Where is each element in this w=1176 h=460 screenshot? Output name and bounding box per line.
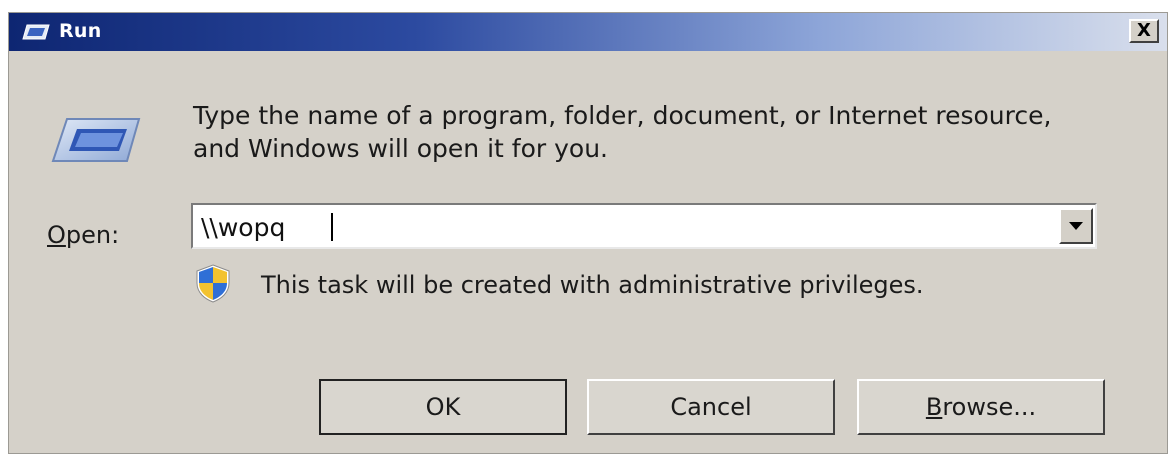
open-label: Open: — [47, 221, 119, 249]
browse-mnemonic: B — [925, 393, 943, 421]
ok-button[interactable]: OK — [319, 379, 567, 435]
open-label-mnemonic: O — [47, 221, 66, 249]
window-title: Run — [59, 20, 102, 42]
admin-privileges-notice: This task will be created with administr… — [261, 271, 924, 299]
text-caret — [331, 213, 333, 241]
title-bar[interactable]: Run X — [9, 13, 1167, 51]
open-label-text: pen: — [65, 221, 120, 249]
close-button[interactable]: X — [1129, 19, 1159, 43]
run-dialog: Run X Type the name of a program, folder… — [8, 12, 1168, 454]
dialog-description: Type the name of a program, folder, docu… — [193, 101, 1052, 163]
open-input[interactable] — [201, 211, 1031, 243]
run-icon — [51, 118, 141, 162]
chevron-down-icon — [1069, 222, 1083, 230]
dropdown-button[interactable] — [1059, 208, 1093, 244]
close-icon: X — [1137, 20, 1151, 41]
run-icon — [22, 24, 50, 40]
cancel-button[interactable]: Cancel — [587, 379, 835, 435]
open-combobox[interactable] — [191, 203, 1097, 249]
browse-label: rowse... — [942, 393, 1037, 421]
browse-button[interactable]: Browse... — [857, 379, 1105, 435]
uac-shield-icon — [196, 264, 230, 303]
